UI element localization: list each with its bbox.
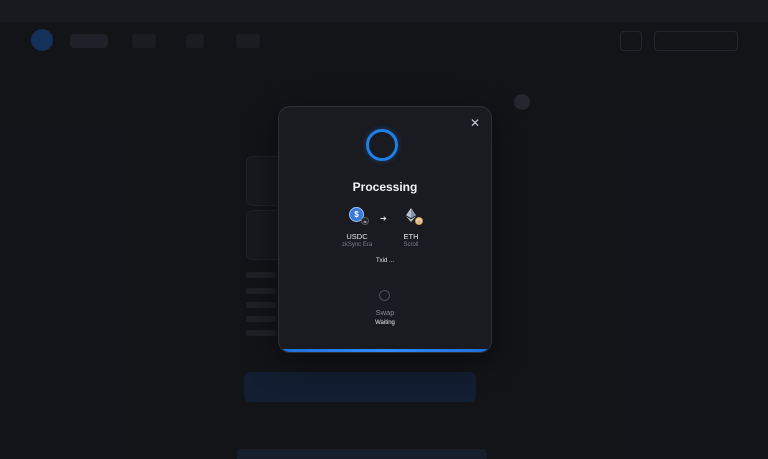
modal-title: Processing [352, 180, 418, 194]
from-token-symbol: USDC [346, 232, 368, 241]
progress-bar [279, 349, 491, 352]
txid-text: Txid ... [375, 258, 394, 264]
from-token: $ ⇆ USDC zkSync Era [327, 207, 387, 248]
to-token-symbol: ETH [403, 232, 419, 241]
to-token: ◎ ETH Scroll [381, 207, 441, 248]
from-token-network: zkSync Era [341, 242, 373, 248]
step-status-icon [379, 290, 390, 301]
zksync-icon: ⇆ [361, 217, 369, 225]
processing-modal: ✕ Processing $ ⇆ USDC zkSync Era ➔ ◎ ETH… [278, 106, 492, 353]
to-token-network: Scroll [403, 242, 419, 248]
close-icon[interactable]: ✕ [468, 116, 482, 130]
usdc-icon: $ ⇆ [349, 207, 369, 225]
eth-icon: ◎ [403, 207, 423, 225]
step-label: Swap [375, 308, 395, 317]
scroll-icon: ◎ [415, 217, 423, 225]
spinner-icon [366, 129, 398, 161]
step-status: Waiting [375, 320, 395, 326]
